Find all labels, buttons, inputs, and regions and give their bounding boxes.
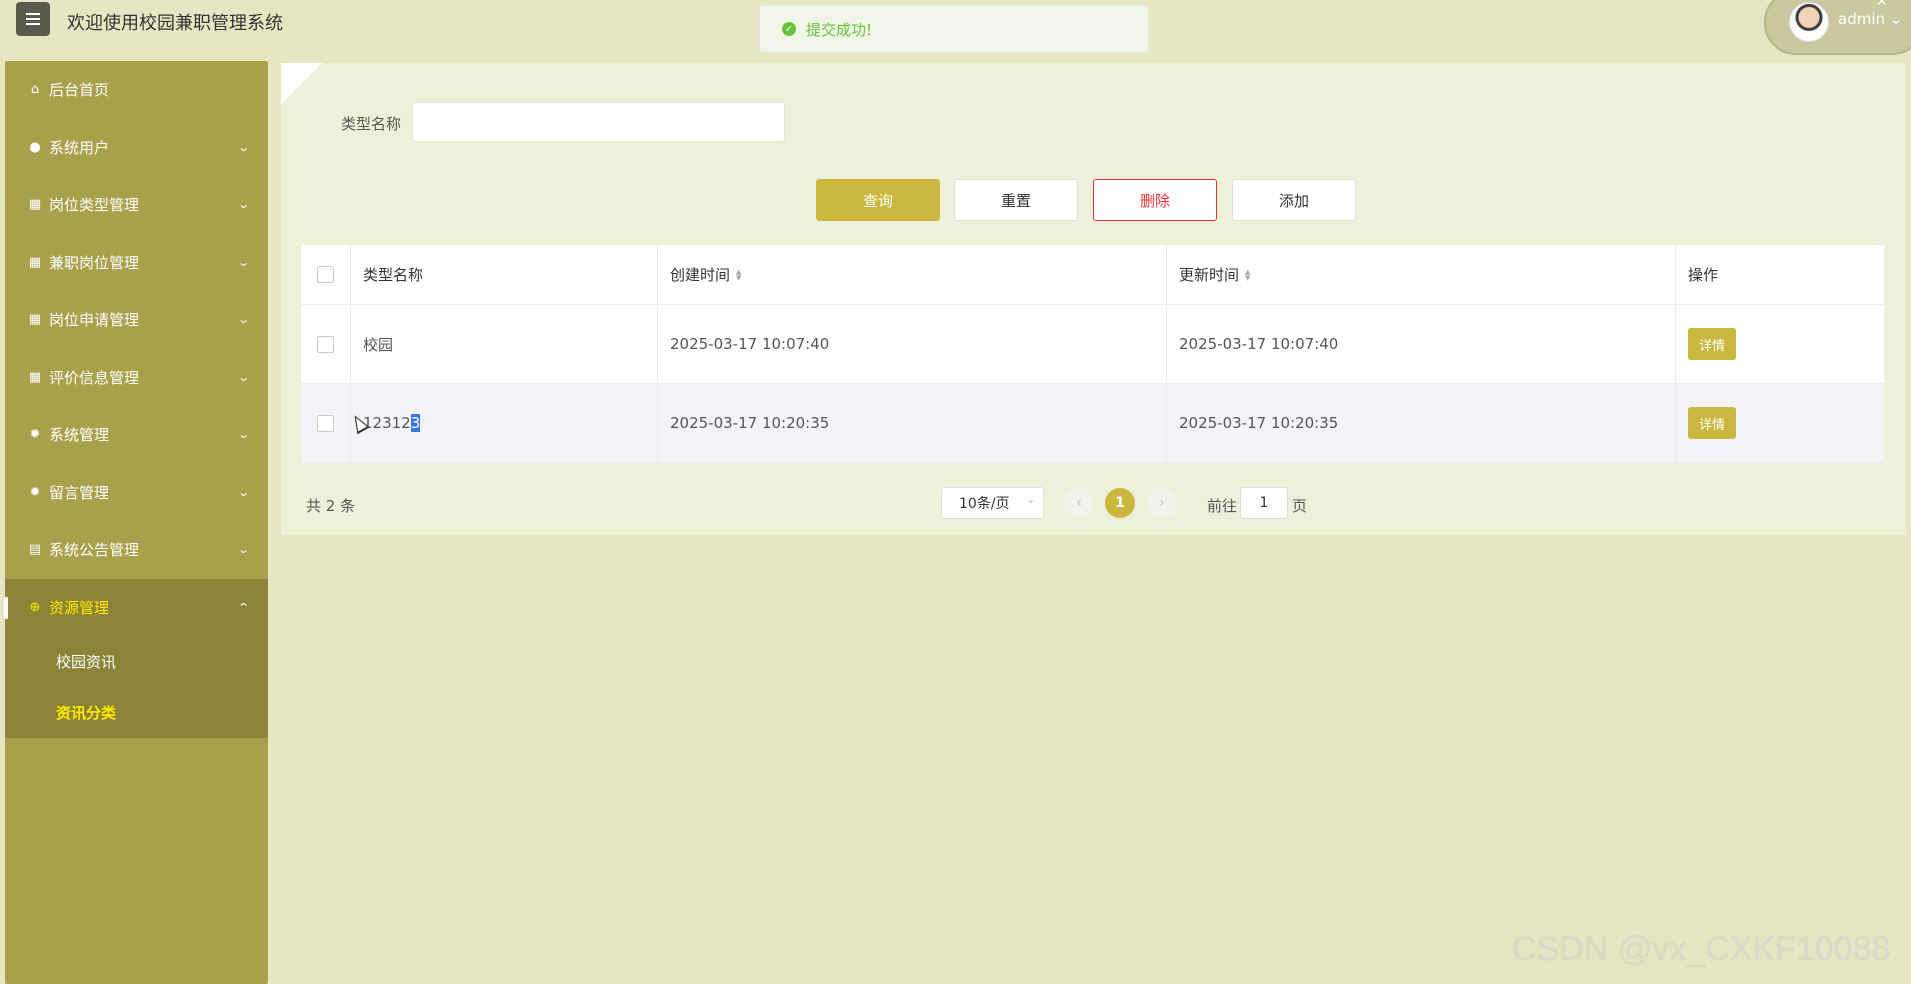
sidebar-item-applications[interactable]: ▦ 岗位申请管理 ⌄ (5, 291, 268, 349)
sidebar-item-announcements[interactable]: ▤ 系统公告管理 ⌄ (5, 521, 268, 579)
corner-fold (281, 63, 323, 105)
cell-type-name: 12312 3 (351, 384, 658, 462)
doc-icon: ▤ (28, 542, 42, 558)
header-action: 操作 (1688, 266, 1719, 284)
sidebar-item-reviews[interactable]: ▦ 评价信息管理 ⌄ (5, 349, 268, 407)
cell-updated-time: 2025-03-17 10:07:40 (1167, 305, 1676, 383)
check-circle-icon: ✓ (782, 22, 796, 36)
sidebar-item-job-types[interactable]: ▦ 岗位类型管理 ⌄ (5, 176, 268, 234)
row-checkbox[interactable] (317, 414, 334, 432)
sidebar-subitem-news-category[interactable]: 资讯分类 (5, 687, 268, 738)
header-type-name: 类型名称 (351, 245, 658, 304)
detail-button[interactable]: 详情 (1688, 328, 1736, 360)
goto-page-input[interactable]: 1 (1240, 487, 1288, 519)
success-toast: ✓ 提交成功! (759, 5, 1149, 53)
prev-page-button[interactable]: ‹ (1064, 488, 1094, 518)
sidebar-item-messages[interactable]: ✹ 留言管理 ⌄ (5, 464, 268, 522)
chevron-up-icon: ⌃ (236, 600, 250, 614)
grid-icon: ▦ (28, 197, 42, 213)
username-dropdown[interactable]: admin ⌄ (1838, 10, 1902, 28)
menu-toggle-button[interactable] (16, 2, 50, 36)
chevron-down-icon: ⌄ (236, 370, 250, 384)
select-all-checkbox[interactable] (317, 266, 334, 283)
chevron-down-icon: ⌄ (236, 255, 250, 269)
sidebar-item-resources[interactable]: ⊕ 资源管理 ⌃ (4, 578, 268, 636)
avatar[interactable] (1789, 2, 1829, 42)
resources-submenu: 校园资讯 资讯分类 (5, 636, 268, 738)
gear-icon: ✹ (29, 484, 41, 500)
app-title: 欢迎使用校园兼职管理系统 (67, 13, 283, 34)
sidebar-item-home[interactable]: ⌂ 后台首页 (5, 61, 268, 119)
sidebar: ⌂ 后台首页 ● 系统用户 ⌄ ▦ 岗位类型管理 ⌄ ▦ 兼职岗位管理 ⌄ ▦ … (4, 61, 268, 984)
top-bar: 欢迎使用校园兼职管理系统 ✓ 提交成功! admin ⌄ ✕ (0, 0, 1911, 58)
chevron-down-icon: ⌄ (236, 313, 250, 326)
cell-created-time: 2025-03-17 10:07:40 (658, 305, 1167, 383)
watermark: CSDN @vx_CXKF10088 (1512, 930, 1891, 968)
main-content: 类型名称 查询 重置 删除 添加 类型名称 创建时间 ▲ ▼ 更新时间 ▲ ▼ 操作… (281, 63, 1906, 535)
cell-type-name: 校园 (351, 305, 658, 383)
add-button[interactable]: 添加 (1232, 179, 1356, 221)
home-icon: ⌂ (30, 82, 40, 98)
chevron-down-icon: ⌄ (236, 543, 250, 556)
chevron-down-icon: ⌄ (236, 198, 250, 211)
sidebar-item-system[interactable]: ✹ 系统管理 ⌄ (5, 406, 268, 464)
goto-label: 前往 (1207, 497, 1238, 515)
chevron-down-icon: ⌄ (1026, 495, 1035, 506)
detail-button[interactable]: 详情 (1688, 407, 1736, 439)
toast-message: 提交成功! (806, 20, 873, 39)
sort-icon[interactable]: ▲ ▼ (736, 268, 741, 281)
close-icon[interactable]: ✕ (1876, 0, 1888, 10)
goto-unit: 页 (1292, 497, 1308, 515)
table-row: 12312 3 2025-03-17 10:20:35 2025-03-17 10… (301, 384, 1884, 463)
data-table: 类型名称 创建时间 ▲ ▼ 更新时间 ▲ ▼ 操作 校园 2025-03-17 10… (301, 245, 1884, 463)
table-header: 类型名称 创建时间 ▲ ▼ 更新时间 ▲ ▼ 操作 (301, 245, 1884, 305)
pagination: 共 2 条 10条/页 ⌄ ‹ 1 › 前往 1 页 (281, 483, 1906, 523)
plus-circle-icon: ⊕ (29, 599, 41, 615)
grid-icon: ▦ (28, 369, 42, 385)
type-name-input[interactable] (412, 102, 785, 142)
sidebar-item-users[interactable]: ● 系统用户 ⌄ (5, 119, 268, 177)
chevron-down-icon: ⌄ (236, 140, 250, 154)
reset-button[interactable]: 重置 (954, 179, 1078, 221)
hamburger-icon (26, 18, 40, 20)
chevron-down-icon: ⌄ (236, 428, 250, 441)
sidebar-item-part-time-jobs[interactable]: ▦ 兼职岗位管理 ⌄ (5, 234, 268, 292)
sort-icon[interactable]: ▲ ▼ (1245, 268, 1250, 281)
chevron-down-icon: ⌄ (1885, 10, 1903, 28)
chevron-left-icon: ‹ (1076, 495, 1082, 511)
table-row: 校园 2025-03-17 10:07:40 2025-03-17 10:07:… (301, 305, 1884, 384)
query-button[interactable]: 查询 (816, 179, 940, 221)
delete-button[interactable]: 删除 (1093, 179, 1217, 221)
chevron-down-icon: ⌄ (236, 485, 250, 499)
sidebar-subitem-campus-news[interactable]: 校园资讯 (5, 636, 268, 687)
cell-updated-time: 2025-03-17 10:20:35 (1167, 384, 1676, 462)
filter-label: 类型名称 (341, 115, 402, 133)
next-page-button[interactable]: › (1147, 488, 1177, 518)
cell-created-time: 2025-03-17 10:20:35 (658, 384, 1167, 462)
page-number[interactable]: 1 (1105, 488, 1135, 518)
header-created-time[interactable]: 创建时间 ▲ ▼ (658, 245, 1167, 304)
grid-icon: ▦ (28, 312, 42, 328)
header-updated-time[interactable]: 更新时间 ▲ ▼ (1167, 245, 1676, 304)
gear-icon: ✹ (29, 427, 41, 443)
selected-text: 3 (410, 414, 421, 432)
chevron-right-icon: › (1159, 495, 1165, 511)
grid-icon: ▦ (28, 254, 42, 270)
row-checkbox[interactable] (317, 335, 334, 353)
page-size-select[interactable]: 10条/页 ⌄ (941, 487, 1044, 519)
total-count: 共 2 条 (306, 497, 356, 515)
user-icon: ● (29, 139, 41, 155)
